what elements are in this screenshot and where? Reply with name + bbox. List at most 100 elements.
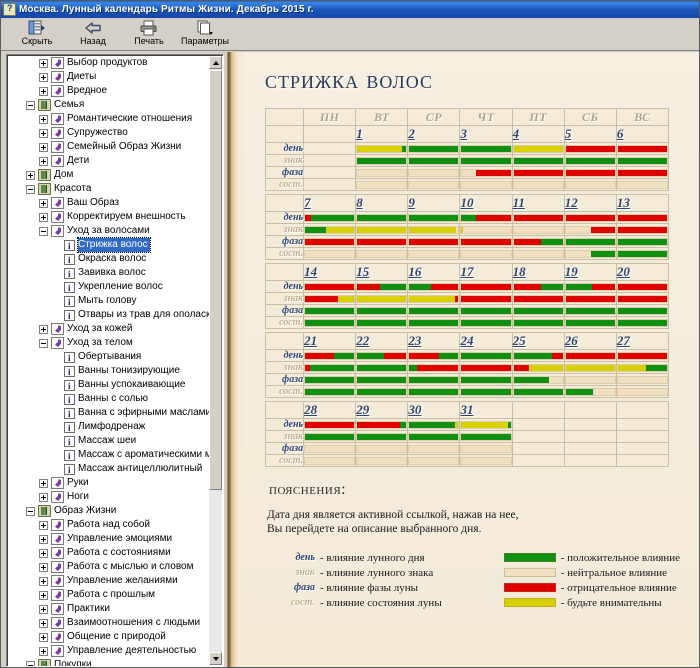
expand-plus-icon[interactable] xyxy=(39,325,48,334)
day-number-link[interactable]: 20 xyxy=(616,264,668,281)
contents-tree[interactable]: Выбор продуктовДиетыВредноеСемьяРомантич… xyxy=(6,54,224,667)
tree-node[interactable]: Корректируем внешность xyxy=(7,210,208,224)
day-number-link[interactable]: 26 xyxy=(564,333,616,350)
hide-button[interactable]: Скрыть xyxy=(9,18,65,50)
collapse-minus-icon[interactable] xyxy=(26,101,35,110)
tree-node[interactable]: Работа над собой xyxy=(7,518,208,532)
tree-node[interactable]: Завивка волос xyxy=(7,266,208,280)
expand-plus-icon[interactable] xyxy=(39,563,48,572)
day-number-link[interactable]: 4 xyxy=(512,126,564,143)
expand-plus-icon[interactable] xyxy=(39,143,48,152)
tree-node[interactable]: Мыть голову xyxy=(7,294,208,308)
tree-node[interactable]: Управление желаниями xyxy=(7,574,208,588)
expand-plus-icon[interactable] xyxy=(39,59,48,68)
day-number-link[interactable]: 14 xyxy=(304,264,356,281)
tree-node[interactable]: Уход за волосами xyxy=(7,224,208,238)
scroll-up-arrow-icon[interactable] xyxy=(209,56,222,69)
collapse-minus-icon[interactable] xyxy=(39,339,48,348)
expand-plus-icon[interactable] xyxy=(39,157,48,166)
collapse-minus-icon[interactable] xyxy=(39,227,48,236)
tree-node[interactable]: Массаж с ароматическими ма xyxy=(7,448,208,462)
expand-plus-icon[interactable] xyxy=(39,577,48,586)
expand-plus-icon[interactable] xyxy=(39,647,48,656)
scrollbar-thumb[interactable] xyxy=(209,70,222,490)
day-number-link[interactable]: 1 xyxy=(356,126,408,143)
day-number-link[interactable]: 23 xyxy=(408,333,460,350)
tree-node[interactable]: Руки xyxy=(7,476,208,490)
day-number-link[interactable]: 7 xyxy=(304,195,356,212)
expand-plus-icon[interactable] xyxy=(26,171,35,180)
day-number-link[interactable]: 16 xyxy=(408,264,460,281)
expand-plus-icon[interactable] xyxy=(39,87,48,96)
tree-node[interactable]: Работа с состояниями xyxy=(7,546,208,560)
tree-node[interactable]: Укрепление волос xyxy=(7,280,208,294)
tree-node[interactable]: Выбор продуктов xyxy=(7,56,208,70)
tree-node[interactable]: Диеты xyxy=(7,70,208,84)
collapse-minus-icon[interactable] xyxy=(26,185,35,194)
day-number-link[interactable]: 22 xyxy=(356,333,408,350)
print-button[interactable]: Печать xyxy=(121,18,177,50)
day-number-link[interactable]: 13 xyxy=(616,195,668,212)
tree-vertical-scrollbar[interactable] xyxy=(209,56,222,665)
expand-plus-icon[interactable] xyxy=(39,199,48,208)
expand-plus-icon[interactable] xyxy=(39,115,48,124)
day-number-link[interactable]: 18 xyxy=(512,264,564,281)
tree-node[interactable]: Работа с мыслью и словом xyxy=(7,560,208,574)
day-number-link[interactable]: 25 xyxy=(512,333,564,350)
tree-node[interactable]: Отвары из трав для ополаски xyxy=(7,308,208,322)
tree-node[interactable]: Стрижка волос xyxy=(7,238,208,252)
tree-node[interactable]: Управление эмоциями xyxy=(7,532,208,546)
day-number-link[interactable]: 15 xyxy=(356,264,408,281)
day-number-link[interactable]: 31 xyxy=(460,402,512,419)
tree-node[interactable]: Ванны с солью xyxy=(7,392,208,406)
tree-node[interactable]: Ванны тонизирующие xyxy=(7,364,208,378)
day-number-link[interactable]: 21 xyxy=(304,333,356,350)
tree-node[interactable]: Покупки xyxy=(7,658,208,667)
day-number-link[interactable]: 8 xyxy=(356,195,408,212)
tree-node[interactable]: Дети xyxy=(7,154,208,168)
tree-node[interactable]: Лимфодренаж xyxy=(7,420,208,434)
tree-node[interactable]: Обертывания xyxy=(7,350,208,364)
day-number-link[interactable]: 27 xyxy=(616,333,668,350)
scroll-down-arrow-icon[interactable] xyxy=(209,652,222,665)
expand-plus-icon[interactable] xyxy=(39,129,48,138)
day-number-link[interactable]: 19 xyxy=(564,264,616,281)
day-number-link[interactable]: 30 xyxy=(408,402,460,419)
tree-node[interactable]: Ванны успокаивающие xyxy=(7,378,208,392)
tree-node[interactable]: Уход за телом xyxy=(7,336,208,350)
collapse-minus-icon[interactable] xyxy=(26,661,35,668)
tree-node[interactable]: Семья xyxy=(7,98,208,112)
options-button[interactable]: Параметры xyxy=(177,18,233,50)
expand-plus-icon[interactable] xyxy=(39,493,48,502)
day-number-link[interactable]: 2 xyxy=(408,126,460,143)
expand-plus-icon[interactable] xyxy=(39,605,48,614)
tree-node[interactable]: Романтические отношения xyxy=(7,112,208,126)
expand-plus-icon[interactable] xyxy=(39,213,48,222)
tree-node[interactable]: Практики xyxy=(7,602,208,616)
tree-node[interactable]: Вредное xyxy=(7,84,208,98)
expand-plus-icon[interactable] xyxy=(39,633,48,642)
tree-node[interactable]: Уход за кожей xyxy=(7,322,208,336)
tree-node[interactable]: Общение с природой xyxy=(7,630,208,644)
tree-node[interactable]: Ванна с эфирными маслами xyxy=(7,406,208,420)
tree-node[interactable]: Окраска волос xyxy=(7,252,208,266)
day-number-link[interactable]: 28 xyxy=(304,402,356,419)
day-number-link[interactable]: 12 xyxy=(564,195,616,212)
day-number-link[interactable]: 11 xyxy=(512,195,564,212)
day-number-link[interactable]: 17 xyxy=(460,264,512,281)
expand-plus-icon[interactable] xyxy=(39,619,48,628)
tree-node[interactable]: Красота xyxy=(7,182,208,196)
tree-node[interactable]: Управление деятельностью xyxy=(7,644,208,658)
expand-plus-icon[interactable] xyxy=(39,521,48,530)
day-number-link[interactable]: 5 xyxy=(564,126,616,143)
tree-node[interactable]: Дом xyxy=(7,168,208,182)
tree-node[interactable]: Массаж шеи xyxy=(7,434,208,448)
expand-plus-icon[interactable] xyxy=(39,479,48,488)
day-number-link[interactable]: 10 xyxy=(460,195,512,212)
tree-node[interactable]: Семейный Образ Жизни xyxy=(7,140,208,154)
expand-plus-icon[interactable] xyxy=(39,535,48,544)
day-number-link[interactable]: 29 xyxy=(356,402,408,419)
back-button[interactable]: Назад xyxy=(65,18,121,50)
expand-plus-icon[interactable] xyxy=(39,591,48,600)
tree-node[interactable]: Ваш Образ xyxy=(7,196,208,210)
